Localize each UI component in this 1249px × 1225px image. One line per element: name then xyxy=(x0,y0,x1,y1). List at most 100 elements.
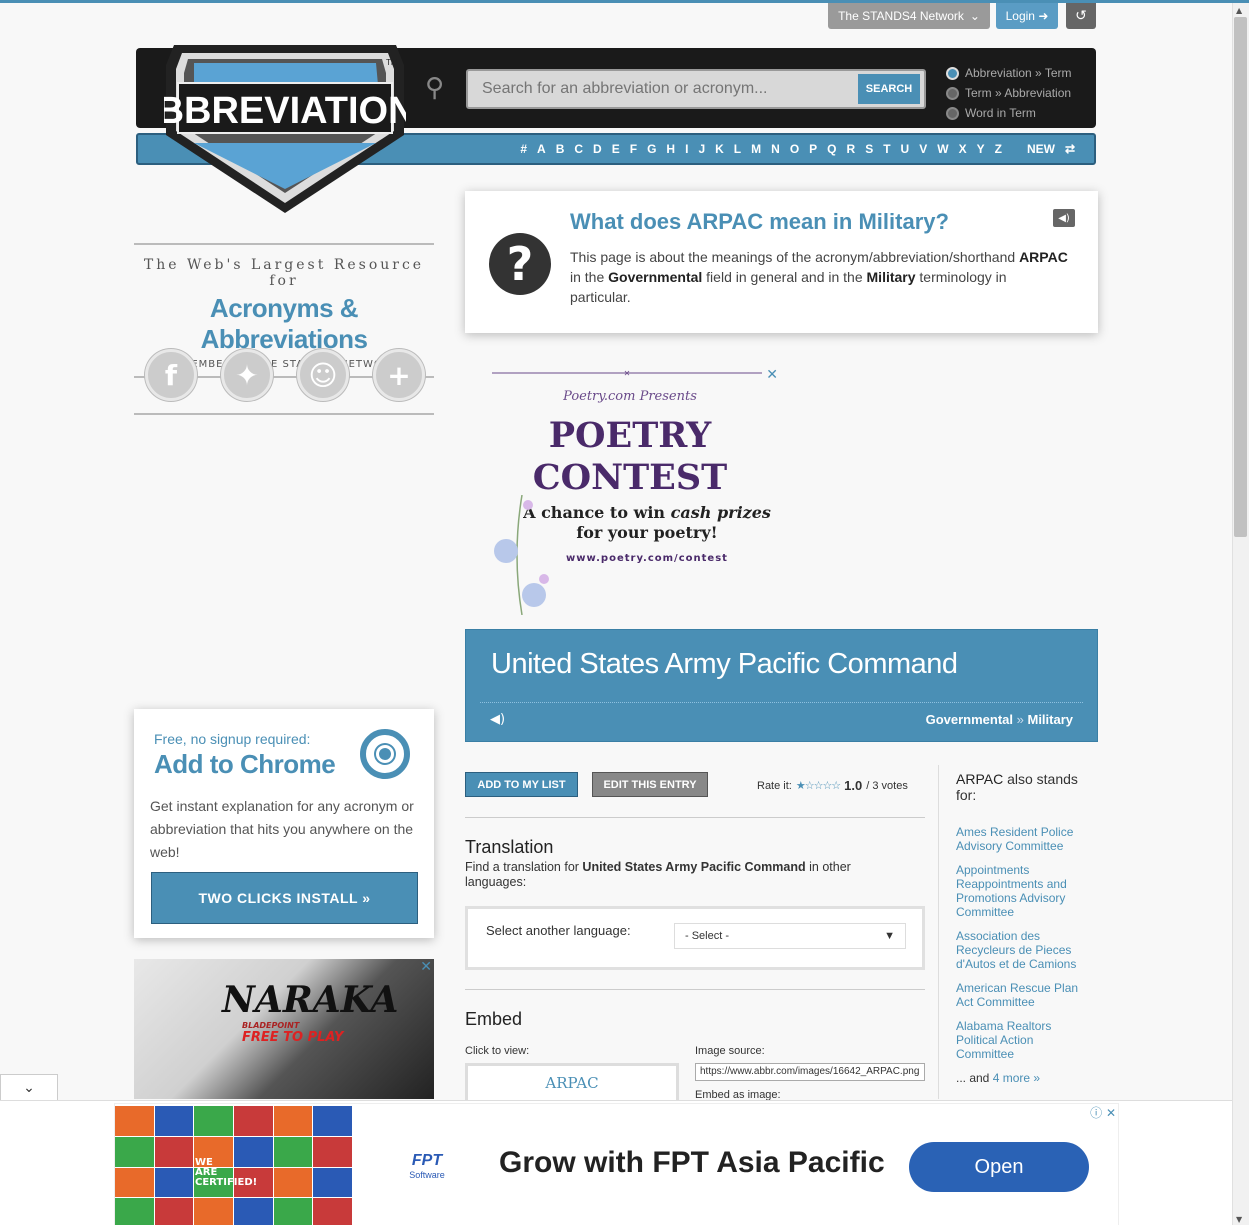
alphabet-letter-link[interactable]: D xyxy=(593,142,602,156)
reddit-icon[interactable]: ☺ xyxy=(297,349,349,401)
alphabet-letter-link[interactable]: B xyxy=(556,142,565,156)
alphabet-letter-link[interactable]: J xyxy=(698,142,705,156)
shuffle-icon[interactable]: ⇄ xyxy=(1065,142,1075,156)
divider xyxy=(465,989,925,990)
alphabet-letter-link[interactable]: Y xyxy=(977,142,985,156)
alphabet-letter-link[interactable]: E xyxy=(612,142,620,156)
ad-close-icon[interactable]: ✕ xyxy=(766,367,778,383)
radio-unselected[interactable] xyxy=(946,86,959,100)
language-select[interactable]: - Select - ▼ xyxy=(674,923,906,949)
radio-unselected[interactable] xyxy=(946,106,959,120)
scroll-up-icon[interactable]: ▲ xyxy=(1236,6,1242,15)
search-mode-option[interactable]: Word in Term xyxy=(946,103,1072,123)
meaning-box: United States Army Pacific Command ◀) Go… xyxy=(465,629,1098,742)
divider xyxy=(938,765,939,1099)
also-item[interactable]: Association des Recycleurs de Pieces d'A… xyxy=(956,929,1084,971)
add-to-list-button[interactable]: ADD TO MY LIST xyxy=(465,772,578,797)
speaker-icon[interactable]: ◀) xyxy=(1053,209,1075,227)
ad-title: NARAKA xyxy=(222,979,399,1021)
alphabet-letter-link[interactable]: Z xyxy=(995,142,1002,156)
translation-description: Find a translation for United States Arm… xyxy=(465,860,851,889)
category-link[interactable]: Governmental xyxy=(926,712,1013,727)
radio-selected[interactable] xyxy=(946,66,959,80)
facebook-icon[interactable]: f xyxy=(145,349,197,401)
ad-headline: POETRY CONTEST xyxy=(532,415,728,498)
ad-url: www.poetry.com/contest xyxy=(566,553,728,564)
scrollbar-thumb[interactable] xyxy=(1234,17,1247,537)
login-label: Login xyxy=(1005,9,1035,23)
star-rating[interactable]: ★☆☆☆☆ xyxy=(796,779,841,792)
tagline-line2: Acronyms & Abbreviations xyxy=(200,293,368,354)
collapse-ad-button[interactable]: ⌄ xyxy=(0,1074,58,1100)
login-button[interactable]: Login ➜ xyxy=(996,3,1058,29)
alphabet-letter-link[interactable]: F xyxy=(630,142,637,156)
also-item[interactable]: Alabama Realtors Political Action Commit… xyxy=(956,1019,1084,1061)
more-link[interactable]: 4 more » xyxy=(993,1071,1040,1085)
twitter-icon[interactable]: ✦ xyxy=(221,349,273,401)
ad-close-icon[interactable]: ✕ xyxy=(420,959,432,975)
network-dropdown-button[interactable]: The STANDS4 Network ⌄ xyxy=(828,3,990,29)
ad-tagline: A chance to win cash prizes for your poet… xyxy=(523,503,771,542)
alphabet-letter-link[interactable]: V xyxy=(919,142,927,156)
alphabet-letter-link[interactable]: C xyxy=(574,142,583,156)
scroll-down-icon[interactable]: ▼ xyxy=(1236,1215,1242,1224)
naraka-ad[interactable]: NARAKA BLADEPOINT FREE TO PLAY ✕ xyxy=(134,959,434,1099)
edit-entry-button[interactable]: EDIT THIS ENTRY xyxy=(592,772,708,797)
search-input[interactable] xyxy=(468,80,858,98)
ad-cert-text: WE ARE CERTIFIED! xyxy=(195,1157,258,1188)
alphabet-letter-link[interactable]: # xyxy=(520,142,527,156)
social-links: f ✦ ☺ + xyxy=(145,349,425,401)
chrome-free-label: Free, no signup required: xyxy=(154,731,311,747)
alphabet-letter-link[interactable]: U xyxy=(901,142,910,156)
alphabet-letter-link[interactable]: S xyxy=(865,142,873,156)
alphabet-letter-link[interactable]: W xyxy=(937,142,948,156)
rating-value: 1.0 xyxy=(844,778,863,793)
alphabet-letter-link[interactable]: M xyxy=(751,142,761,156)
plus-icon[interactable]: + xyxy=(373,349,425,401)
meaning-category: Governmental » Military xyxy=(925,712,1073,727)
also-item[interactable]: Appointments Reappointments and Promotio… xyxy=(956,863,1084,919)
search-box: SEARCH xyxy=(466,69,926,109)
ad-subtitle: BLADEPOINT FREE TO PLAY xyxy=(242,1021,344,1045)
alphabet-letter-link[interactable]: Q xyxy=(827,142,836,156)
alphabet-letter-link[interactable]: R xyxy=(847,142,856,156)
alphabet-letter-link[interactable]: O xyxy=(790,142,799,156)
alphabet-letter-link[interactable]: A xyxy=(537,142,546,156)
rating-votes: / 3 votes xyxy=(866,779,908,792)
speaker-icon[interactable]: ◀) xyxy=(490,712,505,727)
alphabet-letter-link[interactable]: G xyxy=(647,142,656,156)
fpt-logo: FPT Software xyxy=(409,1152,445,1180)
search-mode-option[interactable]: Abbreviation » Term xyxy=(946,63,1072,83)
ad-headline: Grow with FPT Asia Pacific xyxy=(499,1146,885,1179)
divider xyxy=(465,817,925,818)
install-button[interactable]: TWO CLICKS INSTALL » xyxy=(151,872,418,924)
network-label: The STANDS4 Network xyxy=(838,9,964,23)
ad-open-button[interactable]: Open xyxy=(909,1142,1089,1192)
alphabet-letter-link[interactable]: N xyxy=(771,142,780,156)
embed-title: Embed xyxy=(465,1009,523,1029)
alphabet-letter-link[interactable]: I xyxy=(685,142,688,156)
poetry-ad[interactable]: ✕ ✕ Poetry.com Presents POETRY CONTEST A… xyxy=(482,365,778,621)
alphabet-letter-link[interactable]: K xyxy=(715,142,724,156)
ad-info-icon[interactable]: ⓘ ✕ xyxy=(1090,1104,1116,1121)
embed-preview[interactable]: ARPAC xyxy=(465,1063,679,1103)
site-logo[interactable]: ABBREVIATIONS TM xyxy=(164,25,406,215)
rating: Rate it: ★☆☆☆☆ 1.0 / 3 votes xyxy=(757,778,908,793)
history-button[interactable]: ↺ xyxy=(1066,3,1096,29)
fpt-ad[interactable]: WE ARE CERTIFIED! FPT Software Grow with F… xyxy=(114,1103,1119,1225)
alphabet-letter-link[interactable]: X xyxy=(959,142,967,156)
search-button[interactable]: SEARCH xyxy=(858,74,920,104)
also-item[interactable]: Ames Resident Police Advisory Committee xyxy=(956,825,1084,853)
also-item[interactable]: American Rescue Plan Act Committee xyxy=(956,981,1084,1009)
search-mode-option[interactable]: Term » Abbreviation xyxy=(946,83,1072,103)
question-icon: ? xyxy=(489,233,551,295)
new-link[interactable]: NEW xyxy=(1027,142,1055,156)
image-source-input[interactable]: https://www.abbr.com/images/16642_ARPAC.… xyxy=(695,1063,925,1081)
chrome-icon xyxy=(360,729,410,779)
alphabet-letter-link[interactable]: T xyxy=(883,142,890,156)
image-source-label: Image source: xyxy=(695,1045,765,1057)
alphabet-letter-link[interactable]: L xyxy=(734,142,741,156)
alphabet-letter-link[interactable]: H xyxy=(666,142,675,156)
subcategory-link[interactable]: Military xyxy=(1027,712,1073,727)
alphabet-letter-link[interactable]: P xyxy=(809,142,817,156)
